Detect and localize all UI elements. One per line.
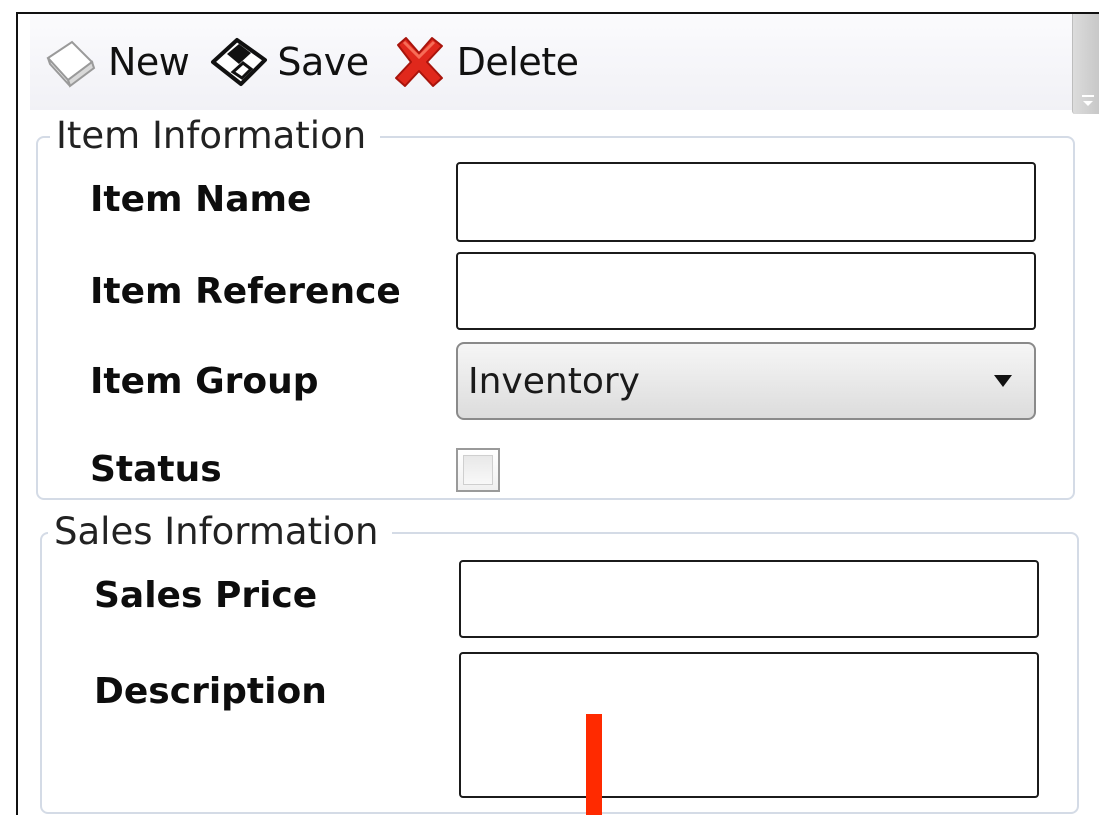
red-insertion-marker xyxy=(586,714,602,815)
item-group-label: Item Group xyxy=(90,361,319,402)
description-label: Description xyxy=(94,671,327,712)
item-group-selected-value: Inventory xyxy=(468,360,640,402)
overflow-chevron-icon xyxy=(1082,95,1094,106)
item-name-input[interactable] xyxy=(456,162,1036,242)
red-x-delete-icon xyxy=(387,32,451,92)
item-name-label: Item Name xyxy=(90,179,312,220)
toolbar: New Save Delete xyxy=(30,14,1072,110)
item-group-dropdown[interactable]: Inventory xyxy=(456,342,1036,420)
new-button-label: New xyxy=(108,40,190,84)
delete-button[interactable]: Delete xyxy=(387,32,579,92)
item-reference-input[interactable] xyxy=(456,252,1036,330)
toolbar-overflow-grip[interactable] xyxy=(1072,14,1099,114)
status-checkbox-fill xyxy=(463,455,493,485)
status-label: Status xyxy=(90,449,222,490)
dropdown-arrow-icon xyxy=(994,375,1012,387)
new-button[interactable]: New xyxy=(38,32,190,92)
status-checkbox[interactable] xyxy=(456,448,500,492)
sales-information-legend: Sales Information xyxy=(48,510,393,554)
item-form-window: New Save Delete Item Information Item Na… xyxy=(16,12,1099,815)
delete-button-label: Delete xyxy=(456,40,579,84)
description-textarea[interactable] xyxy=(459,652,1039,798)
item-reference-label: Item Reference xyxy=(90,271,401,312)
floppy-disk-icon xyxy=(207,32,271,92)
item-information-legend: Item Information xyxy=(50,114,381,158)
sales-price-label: Sales Price xyxy=(94,575,318,616)
sales-price-input[interactable] xyxy=(459,560,1039,638)
save-button[interactable]: Save xyxy=(207,32,369,92)
save-button-label: Save xyxy=(277,40,369,84)
new-document-icon xyxy=(38,32,102,92)
